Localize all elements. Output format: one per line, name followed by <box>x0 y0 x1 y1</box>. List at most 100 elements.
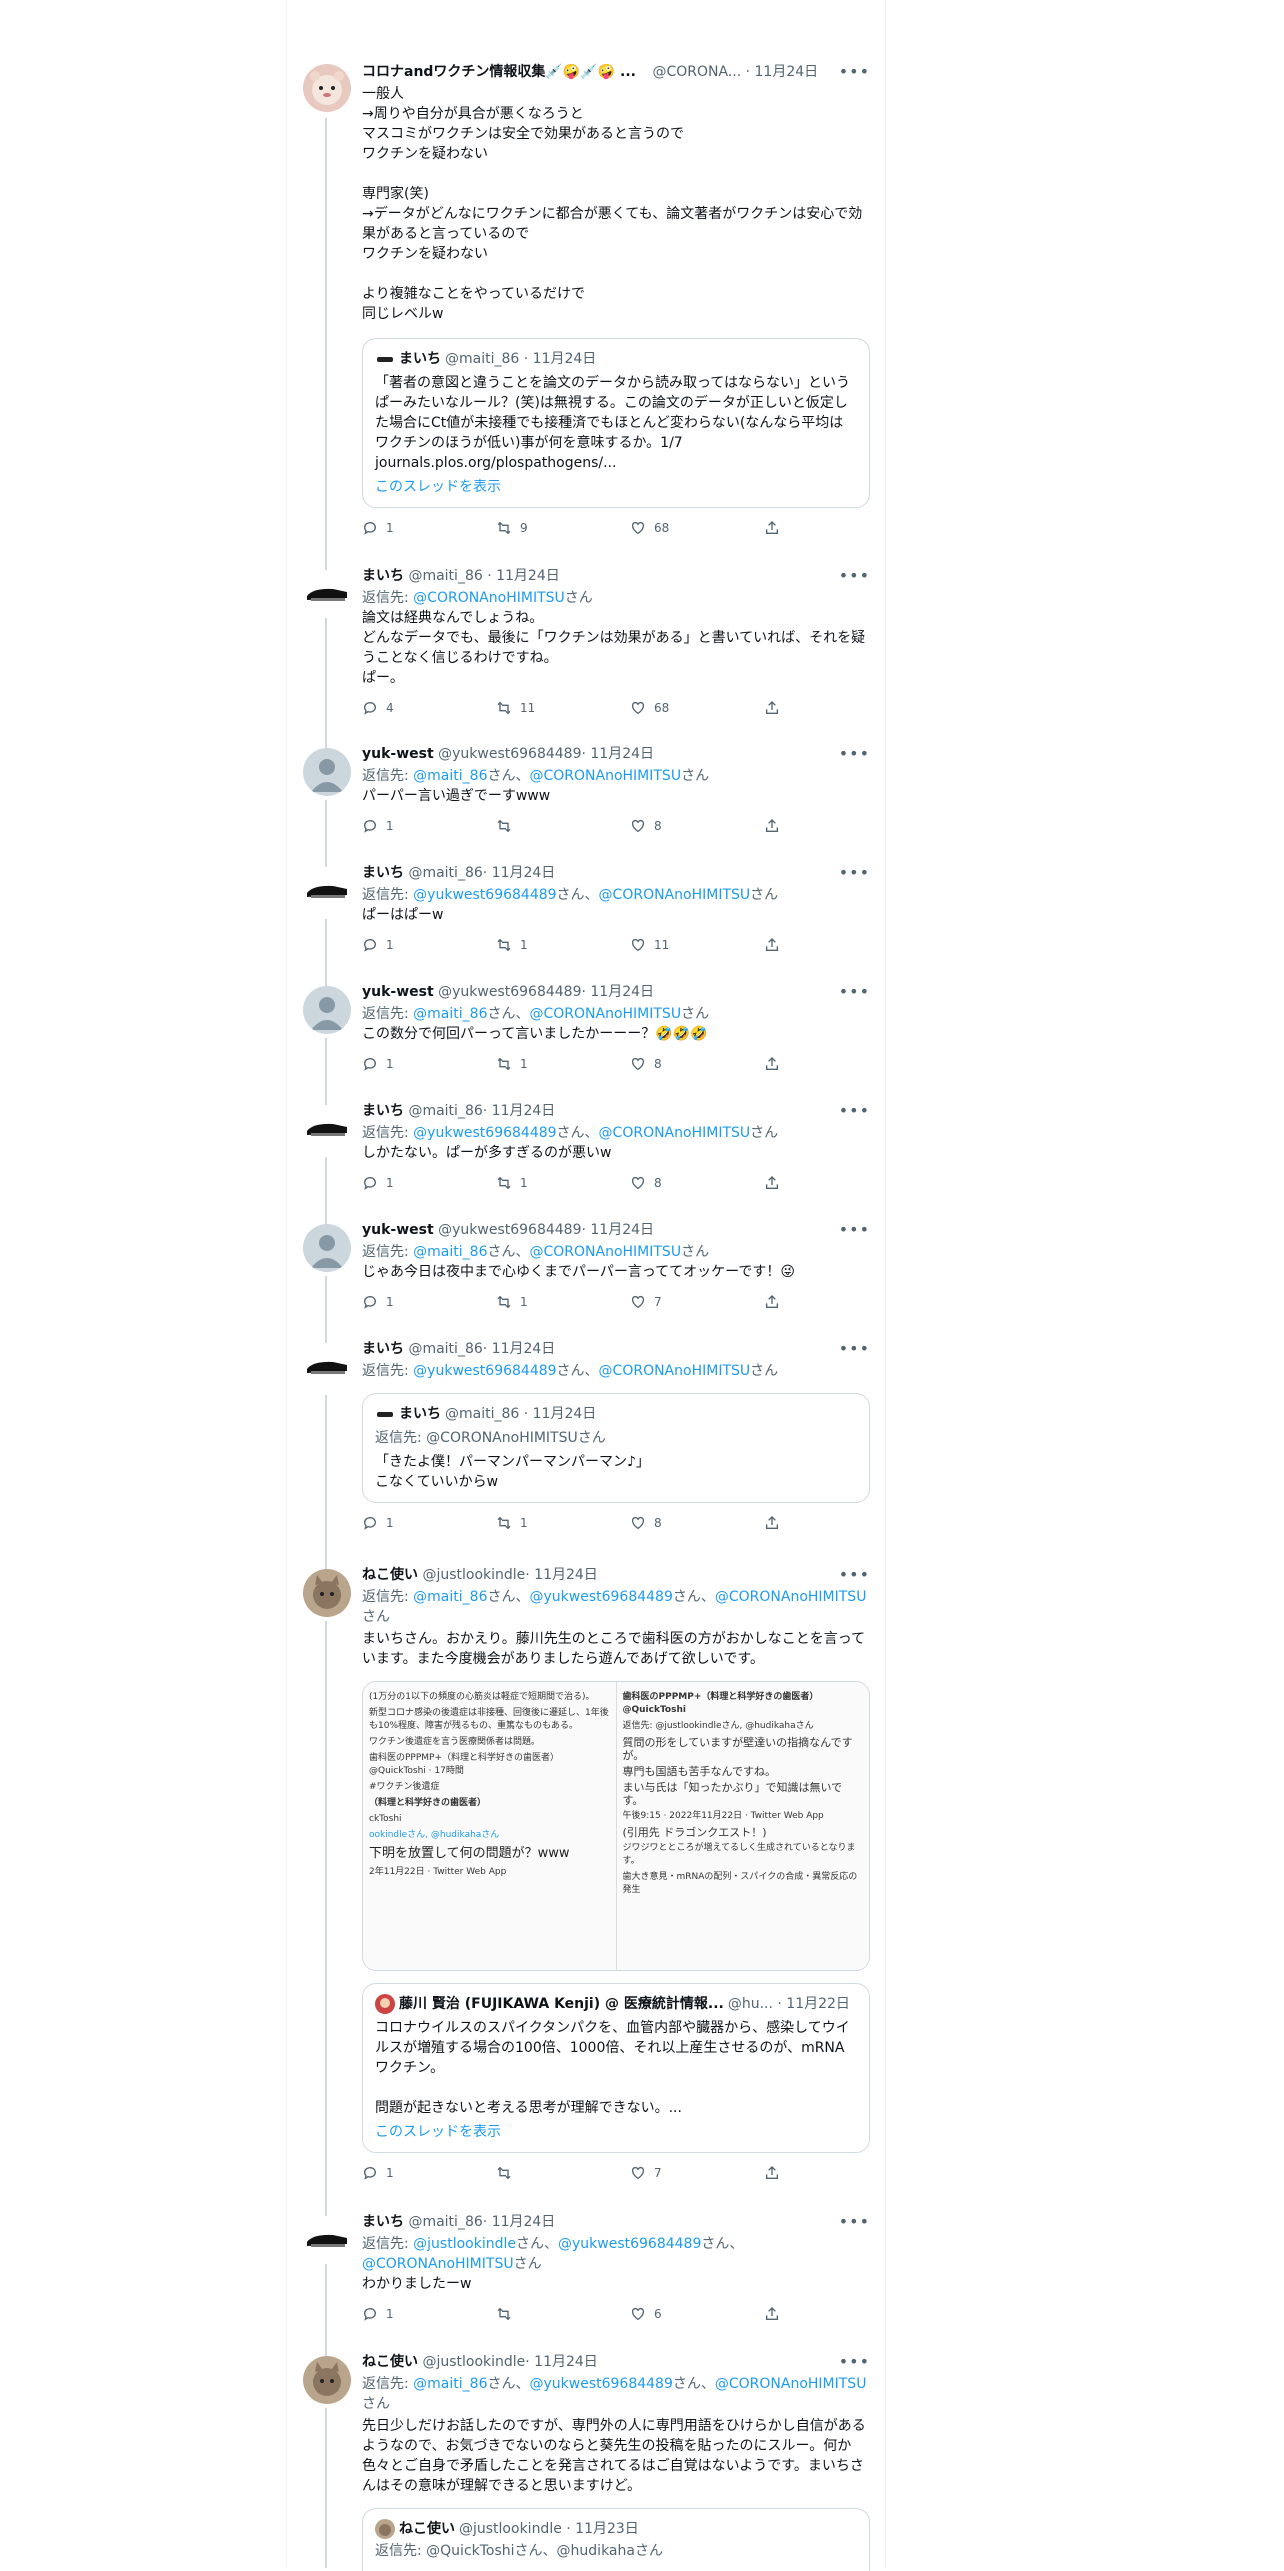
tweet-date[interactable]: · 11月24日 <box>487 568 560 584</box>
avatar[interactable] <box>303 64 351 112</box>
avatar[interactable] <box>303 1105 351 1153</box>
reply-button[interactable]: 1 <box>362 1056 394 1072</box>
mention-link[interactable]: @CORONAnoHIMITSU <box>529 1006 681 1022</box>
author-name[interactable]: yuk-west <box>362 1222 434 1238</box>
author-handle[interactable]: @CORONA... <box>652 64 741 80</box>
retweet-button[interactable] <box>496 2306 520 2322</box>
mention-link[interactable]: @maiti_86 <box>413 1006 487 1022</box>
retweet-button[interactable]: 1 <box>496 1175 528 1191</box>
more-icon[interactable]: ••• <box>839 2212 870 2232</box>
avatar[interactable] <box>303 1224 351 1272</box>
share-button[interactable] <box>764 1515 780 1531</box>
tweet-date[interactable]: · 11月24日 <box>483 1341 556 1357</box>
more-icon[interactable]: ••• <box>839 566 870 586</box>
reply-button[interactable]: 4 <box>362 700 394 716</box>
share-button[interactable] <box>764 1294 780 1310</box>
more-icon[interactable]: ••• <box>839 863 870 883</box>
avatar[interactable] <box>303 748 351 796</box>
like-button[interactable]: 11 <box>630 937 669 953</box>
retweet-button[interactable] <box>496 2165 520 2181</box>
author-handle[interactable]: @maiti_86 <box>408 1341 482 1357</box>
author-name[interactable]: まいち <box>362 865 404 881</box>
mention-link[interactable]: @CORONAnoHIMITSU <box>715 2376 867 2392</box>
more-icon[interactable]: ••• <box>839 2352 870 2372</box>
more-icon[interactable]: ••• <box>839 1220 870 1240</box>
author-handle[interactable]: @yukwest69684489 <box>438 1222 581 1238</box>
more-icon[interactable]: ••• <box>839 1101 870 1121</box>
tweet-date[interactable]: · 11月24日 <box>582 1222 655 1238</box>
more-icon[interactable]: ••• <box>839 1339 870 1359</box>
mention-link[interactable]: @maiti_86 <box>413 768 487 784</box>
author-handle[interactable]: @yukwest69684489 <box>438 746 581 762</box>
author-handle[interactable]: @maiti_86 <box>408 1103 482 1119</box>
author-name[interactable]: まいち <box>362 2214 404 2230</box>
share-button[interactable] <box>764 2165 780 2181</box>
author-handle[interactable]: @yukwest69684489 <box>438 984 581 1000</box>
reply-button[interactable]: 1 <box>362 937 394 953</box>
mention-link[interactable]: @CORONAnoHIMITSU <box>529 768 681 784</box>
like-button[interactable]: 8 <box>630 1175 662 1191</box>
author-name[interactable]: まいち <box>362 568 404 584</box>
mention-link[interactable]: @CORONAnoHIMITSU <box>599 1363 751 1379</box>
mention-link[interactable]: @CORONAnoHIMITSU <box>599 887 751 903</box>
avatar[interactable] <box>303 1569 351 1617</box>
share-button[interactable] <box>764 700 780 716</box>
avatar[interactable] <box>303 986 351 1034</box>
mention-link[interactable]: @maiti_86 <box>413 1244 487 1260</box>
mention-link[interactable]: @yukwest69684489 <box>529 2376 672 2392</box>
share-button[interactable] <box>764 1175 780 1191</box>
share-button[interactable] <box>764 818 780 834</box>
avatar[interactable] <box>303 2216 351 2264</box>
like-button[interactable]: 68 <box>630 700 669 716</box>
more-icon[interactable]: ••• <box>839 62 870 82</box>
mention-link[interactable]: @justlookindle <box>413 2236 516 2252</box>
tweet-date[interactable]: · 11月24日 <box>483 1103 556 1119</box>
reply-button[interactable]: 1 <box>362 1294 394 1310</box>
mention-link[interactable]: @CORONAnoHIMITSU <box>362 2256 514 2272</box>
more-icon[interactable]: ••• <box>839 1565 870 1585</box>
retweet-button[interactable]: 11 <box>496 700 535 716</box>
share-button[interactable] <box>764 2306 780 2322</box>
media-image[interactable]: (1万分の1以下の頻度の心筋炎は軽症で短期間で治る)。 新型コロナ感染の後遺症は… <box>362 1681 870 1971</box>
avatar[interactable] <box>303 1343 351 1391</box>
retweet-button[interactable]: 1 <box>496 1056 528 1072</box>
more-icon[interactable]: ••• <box>839 982 870 1002</box>
like-button[interactable]: 8 <box>630 818 662 834</box>
avatar[interactable] <box>303 867 351 915</box>
share-button[interactable] <box>764 1056 780 1072</box>
mention-link[interactable]: @yukwest69684489 <box>413 1363 556 1379</box>
tweet-date[interactable]: · 11月24日 <box>525 1567 598 1583</box>
author-name[interactable]: yuk-west <box>362 746 434 762</box>
author-name[interactable]: まいち <box>362 1341 404 1357</box>
like-button[interactable]: 8 <box>630 1515 662 1531</box>
quoted-tweet[interactable]: まいち @maiti_86 · 11月24日 返信先: @CORONAnoHIM… <box>362 1393 870 1503</box>
avatar[interactable] <box>303 2356 351 2404</box>
author-handle[interactable]: @maiti_86 <box>408 568 482 584</box>
author-handle[interactable]: @justlookindle <box>422 1567 525 1583</box>
mention-link[interactable]: @yukwest69684489 <box>558 2236 701 2252</box>
quoted-tweet[interactable]: ねこ使い @justlookindle · 11月23日 返信先: @Quick… <box>362 2508 870 2571</box>
author-name[interactable]: まいち <box>362 1103 404 1119</box>
show-thread-link[interactable]: このスレッドを表示 <box>375 477 857 497</box>
reply-button[interactable]: 1 <box>362 2165 394 2181</box>
mention-link[interactable]: @maiti_86 <box>413 1589 487 1605</box>
like-button[interactable]: 6 <box>630 2306 662 2322</box>
tweet-date[interactable]: · 11月24日 <box>483 2214 556 2230</box>
author-handle[interactable]: @maiti_86 <box>408 2214 482 2230</box>
quoted-tweet[interactable]: まいち @maiti_86 · 11月24日 「著者の意図と違うことを論文のデー… <box>362 338 870 508</box>
author-name[interactable]: yuk-west <box>362 984 434 1000</box>
mention-link[interactable]: @CORONAnoHIMITSU <box>529 1244 681 1260</box>
mention-link[interactable]: @CORONAnoHIMITSU <box>715 1589 867 1605</box>
mention-link[interactable]: @CORONAnoHIMITSU <box>413 590 565 606</box>
more-icon[interactable]: ••• <box>839 744 870 764</box>
tweet-date[interactable]: · 11月24日 <box>525 2354 598 2370</box>
like-button[interactable]: 8 <box>630 1056 662 1072</box>
mention-link[interactable]: @yukwest69684489 <box>413 887 556 903</box>
show-thread-link[interactable]: このスレッドを表示 <box>375 2122 857 2142</box>
retweet-button[interactable] <box>496 818 520 834</box>
retweet-button[interactable]: 9 <box>496 520 528 536</box>
mention-link[interactable]: @yukwest69684489 <box>413 1125 556 1141</box>
reply-button[interactable]: 1 <box>362 520 394 536</box>
share-button[interactable] <box>764 937 780 953</box>
like-button[interactable]: 68 <box>630 520 669 536</box>
